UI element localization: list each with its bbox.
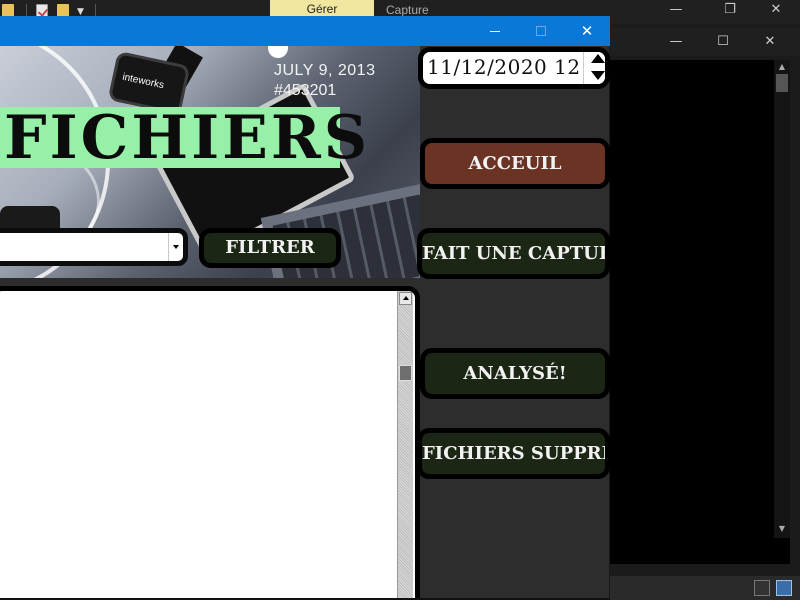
maximize-button[interactable]	[518, 16, 564, 46]
close-icon[interactable]: ✕	[766, 2, 786, 17]
banner-date: JULY 9, 2013	[274, 62, 376, 79]
restore-icon[interactable]: ❐	[720, 2, 740, 17]
capture-button[interactable]: FAIT UNE CAPTURE	[417, 228, 610, 279]
large-icons-view-icon[interactable]	[776, 580, 792, 596]
explorer-scrollbar[interactable]: ▲ ▼	[774, 60, 790, 538]
date-value[interactable]: 11/12/2020 12	[427, 55, 581, 79]
minimize-button[interactable]	[472, 16, 518, 46]
spin-down-icon[interactable]	[591, 71, 605, 80]
explorer-content	[610, 60, 790, 564]
maximize-icon[interactable]: ☐	[713, 34, 733, 49]
files-listbox[interactable]	[0, 286, 420, 600]
explorer-titlebar: — ☐ ✕	[610, 28, 800, 56]
deleted-files-button[interactable]: FICHIERS SUPPRIMES	[417, 428, 610, 479]
scrollbar-thumb[interactable]	[776, 74, 788, 92]
banner-tag: #453201	[274, 82, 337, 99]
scrollbar-thumb[interactable]	[399, 365, 412, 381]
app-window: ✕ inteworks JULY 9, 2013 #453201 FICHIER…	[0, 16, 610, 600]
chevron-down-icon[interactable]	[173, 245, 179, 249]
filter-button[interactable]: FILTRER	[199, 228, 341, 268]
minimize-icon[interactable]: —	[666, 2, 686, 17]
desktop-screen: ▼ Gérer Capture — ❐ ✕ — ☐ ✕ ▲ ▼ ✕ intewo…	[0, 0, 800, 600]
home-button[interactable]: ACCEUIL	[420, 138, 610, 189]
date-time-picker[interactable]: 11/12/2020 12	[418, 47, 610, 89]
minimize-icon[interactable]: —	[666, 34, 686, 49]
analyse-button[interactable]: ANALYSÉ!	[420, 348, 610, 399]
explorer-statusbar	[610, 576, 800, 600]
combo-divider	[168, 233, 169, 261]
close-icon[interactable]: ✕	[760, 34, 780, 49]
scroll-up-icon[interactable]	[399, 292, 412, 305]
close-button[interactable]: ✕	[564, 16, 610, 46]
scroll-down-icon[interactable]: ▼	[774, 524, 790, 533]
spin-up-icon[interactable]	[591, 54, 605, 63]
window-titlebar[interactable]: ✕	[0, 16, 610, 46]
list-scrollbar[interactable]	[397, 291, 413, 600]
minimize-icon	[490, 31, 500, 32]
maximize-icon	[536, 26, 546, 36]
page-title-box: FICHIERS	[0, 103, 367, 173]
date-spinner[interactable]	[583, 52, 605, 84]
details-view-icon[interactable]	[754, 580, 770, 596]
scroll-up-icon[interactable]: ▲	[774, 62, 790, 71]
decorative-dot	[268, 46, 288, 58]
close-icon: ✕	[580, 22, 594, 40]
page-title: FICHIERS	[4, 103, 371, 173]
filter-combobox[interactable]	[0, 228, 188, 266]
tab-capture[interactable]: Capture	[386, 3, 429, 17]
background-explorer-window: — ☐ ✕ ▲ ▼	[610, 24, 800, 600]
